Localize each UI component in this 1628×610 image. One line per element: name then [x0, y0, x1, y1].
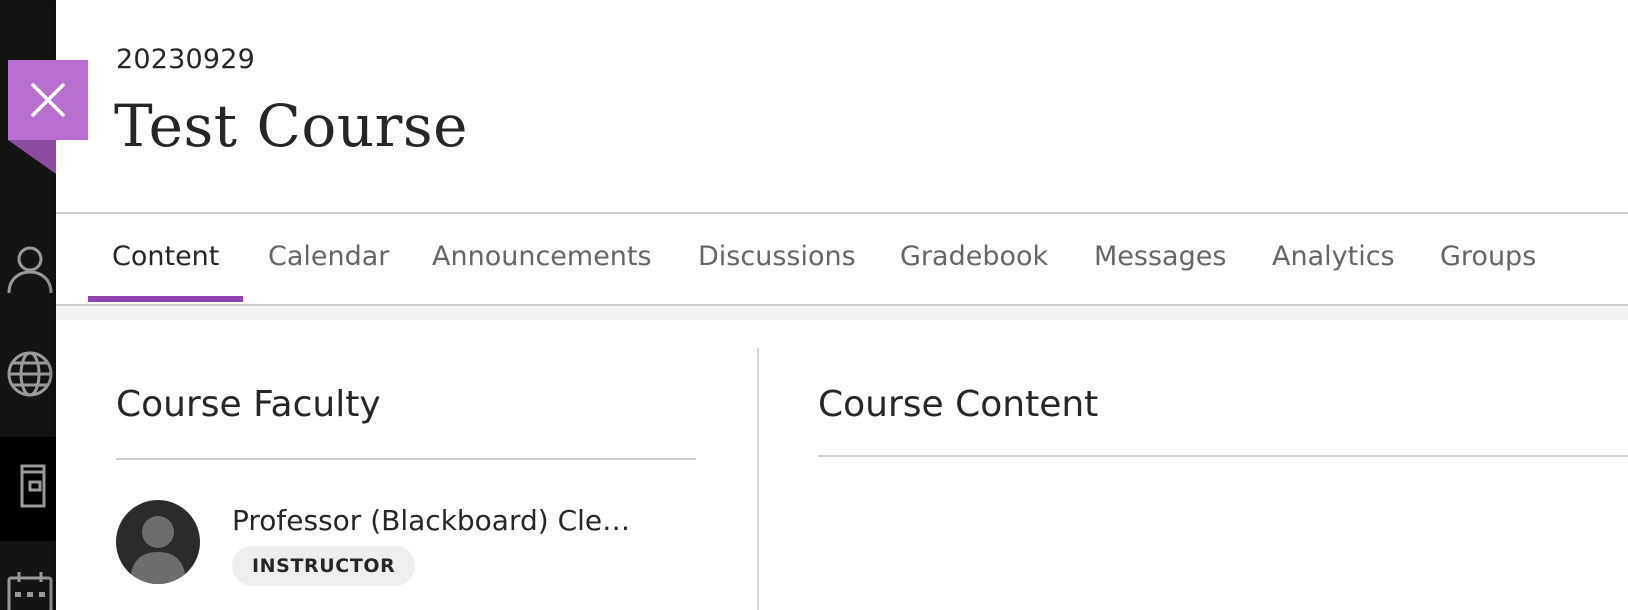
- tab-content[interactable]: Content: [88, 214, 244, 304]
- role-badge: INSTRUCTOR: [232, 546, 416, 586]
- avatar[interactable]: [116, 500, 200, 584]
- course-content-heading: Course Content: [818, 384, 1099, 425]
- tab-analytics[interactable]: Analytics: [1248, 214, 1419, 304]
- tab-calendar[interactable]: Calendar: [244, 214, 413, 304]
- user-icon[interactable]: [6, 243, 54, 294]
- calendar-icon[interactable]: [6, 570, 54, 610]
- course-tabs: Content Calendar Announcements Discussio…: [56, 212, 1628, 306]
- courses-icon[interactable]: [6, 462, 54, 510]
- tab-gradebook[interactable]: Gradebook: [876, 214, 1072, 304]
- app-window: 20230929 Test Course Content Calendar An…: [0, 0, 1628, 610]
- content-divider: [818, 455, 1628, 457]
- tab-messages[interactable]: Messages: [1070, 214, 1250, 304]
- tab-discussions[interactable]: Discussions: [674, 214, 880, 304]
- tab-announcements[interactable]: Announcements: [408, 214, 676, 304]
- page-title: Test Course: [114, 92, 468, 160]
- close-icon: [31, 83, 65, 117]
- default-avatar-icon: [130, 516, 186, 584]
- faculty-divider: [116, 458, 696, 460]
- tab-groups[interactable]: Groups: [1416, 214, 1560, 304]
- course-faculty-heading: Course Faculty: [116, 384, 381, 425]
- globe-icon[interactable]: [6, 350, 54, 398]
- tabs-divider-strip: [56, 306, 1628, 320]
- close-panel-button[interactable]: [8, 60, 88, 140]
- course-code: 20230929: [116, 44, 256, 75]
- faculty-member-name[interactable]: Professor (Blackboard) Clem...: [232, 504, 652, 537]
- column-divider: [757, 348, 759, 610]
- close-tab-fold: [8, 140, 56, 174]
